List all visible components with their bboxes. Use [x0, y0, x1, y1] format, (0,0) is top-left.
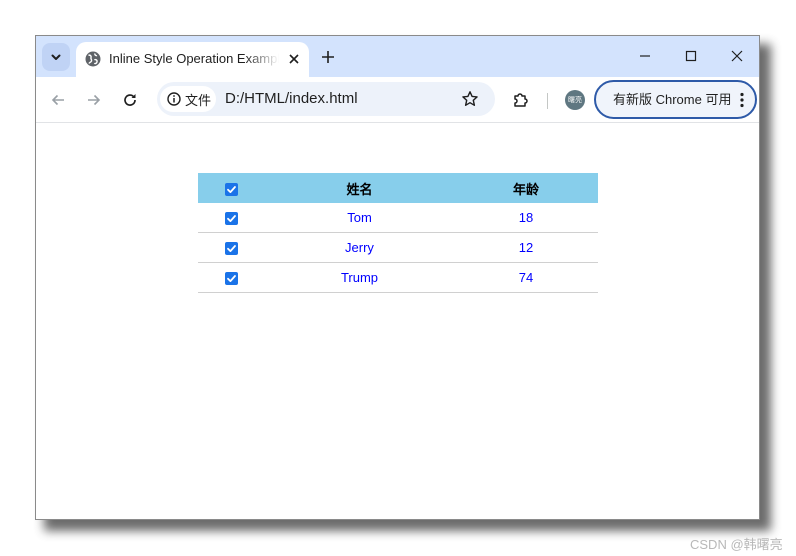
header-name: 姓名 [346, 181, 373, 197]
select-all-checkbox[interactable] [225, 182, 238, 196]
close-icon [731, 50, 743, 62]
site-info-chip[interactable]: 文件 [160, 86, 216, 112]
maximize-button[interactable] [676, 43, 706, 69]
row-checkbox[interactable] [225, 212, 238, 226]
security-label: 文件 [185, 92, 212, 108]
watermark: CSDN @韩曙亮 [690, 537, 783, 552]
chrome-update-button[interactable]: 有新版 Chrome 可用 [594, 80, 757, 119]
minimize-button[interactable] [630, 43, 660, 69]
maximize-icon [685, 50, 697, 62]
address-bar[interactable]: 文件 D:/HTML/index.html [157, 82, 495, 116]
row-name: Jerry [265, 232, 454, 263]
minimize-icon [640, 55, 650, 57]
new-tab-button[interactable] [317, 46, 339, 68]
row-age: 12 [454, 232, 598, 263]
reload-icon [124, 94, 136, 106]
row-name: Tom [265, 203, 454, 233]
row-check-cell [198, 262, 265, 293]
row-age: 18 [454, 203, 598, 233]
forward-button[interactable] [82, 88, 106, 112]
tab-strip: Inline Style Operation Example [36, 36, 759, 78]
reload-button[interactable] [118, 88, 142, 112]
close-window-button[interactable] [722, 43, 752, 69]
browser-window: Inline Style Operation Example 文件 D:/HTM… [35, 35, 760, 520]
kebab-menu-icon [740, 92, 744, 108]
tab-close-button[interactable] [285, 50, 303, 68]
bookmark-button[interactable] [460, 89, 480, 109]
row-name: Trump [265, 262, 454, 293]
globe-icon [85, 51, 101, 67]
checkmark-icon [227, 275, 236, 283]
row-check-cell [198, 232, 265, 263]
back-button[interactable] [46, 88, 70, 112]
arrow-right-icon [88, 94, 101, 106]
browser-menu-button[interactable] [734, 91, 750, 109]
close-icon [289, 54, 299, 64]
checkmark-icon [227, 215, 236, 223]
header-check-cell [198, 173, 265, 203]
tab-active[interactable]: Inline Style Operation Example [76, 42, 309, 78]
people-table: 姓名 年龄 Tom 18 Jerry 12 Trump 74 [198, 173, 598, 293]
chevron-down-icon [51, 54, 61, 60]
row-check-cell [198, 203, 265, 233]
puzzle-icon [514, 93, 528, 107]
browser-toolbar: 文件 D:/HTML/index.html 曙亮 有新版 Chrome 可用 [36, 77, 759, 123]
checkmark-icon [227, 185, 236, 193]
star-icon [462, 91, 478, 106]
page-viewport: 姓名 年龄 Tom 18 Jerry 12 Trump 74 [36, 123, 759, 519]
profile-avatar[interactable]: 曙亮 [565, 90, 585, 110]
plus-icon [322, 51, 334, 63]
tab-search-button[interactable] [42, 43, 70, 71]
toolbar-separator [547, 93, 548, 109]
extensions-button[interactable] [509, 88, 533, 112]
row-checkbox[interactable] [225, 242, 238, 256]
row-age: 74 [454, 262, 598, 293]
chrome-update-label: 有新版 Chrome 可用 [613, 92, 732, 107]
info-icon [167, 92, 181, 106]
header-age: 年龄 [512, 181, 539, 197]
table-row: Trump 74 [198, 262, 598, 293]
arrow-left-icon [51, 94, 64, 106]
table-header-row: 姓名 年龄 [198, 173, 598, 203]
table-row: Tom 18 [198, 203, 598, 233]
tab-title: Inline Style Operation Example [109, 51, 279, 66]
url-text[interactable]: D:/HTML/index.html [225, 90, 358, 108]
row-checkbox[interactable] [225, 272, 238, 286]
checkmark-icon [227, 245, 236, 253]
table-row: Jerry 12 [198, 232, 598, 263]
